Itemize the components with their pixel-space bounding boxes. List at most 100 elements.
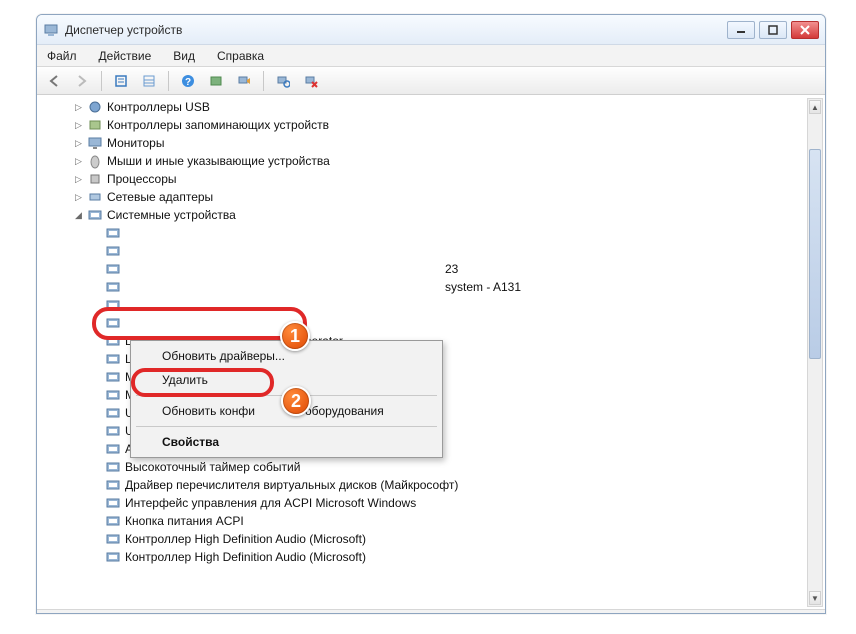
tree-item[interactable] — [41, 296, 807, 314]
help-button[interactable]: ? — [177, 70, 199, 92]
scan-button[interactable] — [272, 70, 294, 92]
content-area: ▷ Контроллеры USB ▷ Контроллеры запомина… — [37, 95, 825, 609]
badge-2: 2 — [281, 386, 311, 416]
collapse-icon[interactable]: ◢ — [73, 210, 84, 221]
maximize-button[interactable] — [759, 21, 787, 39]
toolbar-sep — [168, 71, 169, 91]
menubar: Файл Действие Вид Справка — [37, 45, 825, 67]
tree-category[interactable]: ▷ Мыши и иные указывающие устройства — [41, 152, 807, 170]
ctx-properties[interactable]: Свойства — [134, 430, 439, 454]
svg-text:?: ? — [185, 77, 191, 88]
menu-view[interactable]: Вид — [169, 47, 199, 65]
tree-label: Контроллеры USB — [107, 100, 210, 114]
show-hidden-button[interactable] — [205, 70, 227, 92]
app-icon — [43, 22, 59, 38]
cpu-icon — [87, 171, 103, 187]
tree-category[interactable]: ▷ Контроллеры USB — [41, 98, 807, 116]
vertical-scrollbar[interactable]: ▲ ▼ — [807, 98, 823, 607]
tree-item[interactable]: Контроллер High Definition Audio (Micros… — [41, 548, 807, 566]
usb-icon — [87, 99, 103, 115]
expand-icon[interactable]: ▷ — [73, 174, 84, 185]
tree-item[interactable] — [41, 242, 807, 260]
tree-item-label: Интерфейс управления для ACPI Microsoft … — [125, 496, 416, 510]
system-icon — [105, 315, 121, 331]
toolbar-sep — [101, 71, 102, 91]
system-icon — [105, 405, 121, 421]
tree-category[interactable]: ▷ Процессоры — [41, 170, 807, 188]
system-icon — [105, 333, 121, 349]
system-icon — [105, 423, 121, 439]
window-buttons — [727, 21, 819, 39]
storage-icon — [87, 117, 103, 133]
expand-icon[interactable]: ▷ — [73, 138, 84, 149]
tree-item[interactable]: 23 — [41, 260, 807, 278]
badge-1: 1 — [280, 321, 310, 351]
tree-label: Мониторы — [107, 136, 164, 150]
tree-label: Мыши и иные указывающие устройства — [107, 154, 330, 168]
system-icon — [105, 243, 121, 259]
menu-help[interactable]: Справка — [213, 47, 268, 65]
titlebar[interactable]: Диспетчер устройств — [37, 15, 825, 45]
tree-label: Сетевые адаптеры — [107, 190, 213, 204]
back-button[interactable] — [43, 70, 65, 92]
list-button[interactable] — [138, 70, 160, 92]
menu-action[interactable]: Действие — [95, 47, 156, 65]
properties-button[interactable] — [110, 70, 132, 92]
device-manager-window: Диспетчер устройств Файл Действие Вид Сп… — [36, 14, 826, 614]
tree-item[interactable]: Высокоточный таймер событий — [41, 458, 807, 476]
system-icon — [105, 495, 121, 511]
mouse-icon — [87, 153, 103, 169]
minimize-button[interactable] — [727, 21, 755, 39]
uninstall-button[interactable] — [300, 70, 322, 92]
expand-icon[interactable]: ▷ — [73, 156, 84, 167]
ctx-rescan-prefix: Обновить конфи — [162, 404, 255, 418]
forward-button[interactable] — [71, 70, 93, 92]
toolbar: ? — [37, 67, 825, 95]
tree-item[interactable]: Драйвер перечислителя виртуальных дисков… — [41, 476, 807, 494]
tree-label: Системные устройства — [107, 208, 236, 222]
system-icon — [105, 297, 121, 313]
tree-item[interactable]: Интерфейс управления для ACPI Microsoft … — [41, 494, 807, 512]
scroll-down-arrow[interactable]: ▼ — [809, 591, 821, 605]
window-title: Диспетчер устройств — [65, 23, 182, 37]
expand-icon[interactable]: ▷ — [73, 120, 84, 131]
scroll-thumb[interactable] — [809, 149, 821, 359]
system-icon — [105, 513, 121, 529]
tree-item-label: Контроллер High Definition Audio (Micros… — [125, 550, 366, 564]
system-icon — [105, 225, 121, 241]
tree-item[interactable]: Контроллер High Definition Audio (Micros… — [41, 530, 807, 548]
tree-category[interactable]: ▷ Мониторы — [41, 134, 807, 152]
ctx-sep — [136, 426, 437, 427]
tree-item-label: Высокоточный таймер событий — [125, 460, 300, 474]
tree-item[interactable]: system - A131 — [41, 278, 807, 296]
tree-label: Контроллеры запоминающих устройств — [107, 118, 329, 132]
system-icon — [105, 441, 121, 457]
tree-item[interactable] — [41, 314, 807, 332]
tree-category[interactable]: ▷ Контроллеры запоминающих устройств — [41, 116, 807, 134]
system-icon — [87, 207, 103, 223]
menu-file[interactable]: Файл — [43, 47, 81, 65]
toolbar-sep — [263, 71, 264, 91]
system-icon — [105, 261, 121, 277]
tree-category[interactable]: ▷ Сетевые адаптеры — [41, 188, 807, 206]
tree-item[interactable] — [41, 224, 807, 242]
system-icon — [105, 549, 121, 565]
system-icon — [105, 477, 121, 493]
system-icon — [105, 387, 121, 403]
tree-item-label: Контроллер High Definition Audio (Micros… — [125, 532, 366, 546]
tree-label: Процессоры — [107, 172, 177, 186]
system-icon — [105, 351, 121, 367]
expand-icon[interactable]: ▷ — [73, 192, 84, 203]
expand-icon[interactable]: ▷ — [73, 102, 84, 113]
scroll-up-arrow[interactable]: ▲ — [809, 100, 821, 114]
tree-item[interactable]: Кнопка питания ACPI — [41, 512, 807, 530]
system-icon — [105, 279, 121, 295]
close-button[interactable] — [791, 21, 819, 39]
statusbar — [37, 609, 825, 613]
remote-button[interactable] — [233, 70, 255, 92]
monitor-icon — [87, 135, 103, 151]
tree-item-label: Кнопка питания ACPI — [125, 514, 244, 528]
system-icon — [105, 459, 121, 475]
system-icon — [105, 531, 121, 547]
tree-category-expanded[interactable]: ◢ Системные устройства — [41, 206, 807, 224]
